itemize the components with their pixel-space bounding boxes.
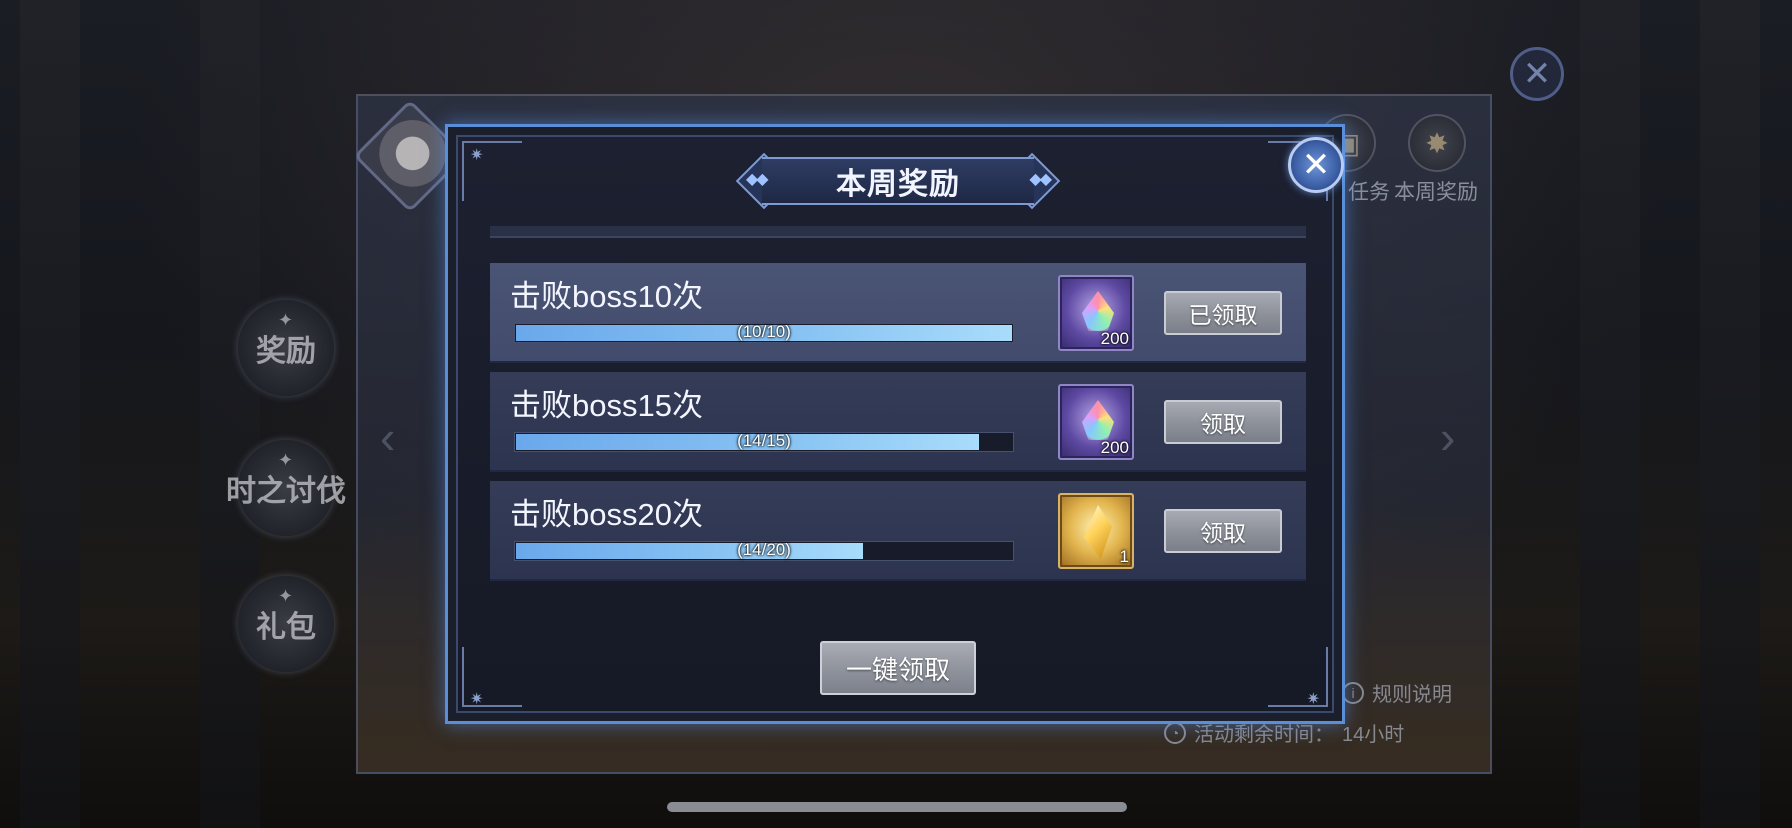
crystal-graphic — [1084, 505, 1112, 559]
close-icon[interactable]: ✕ — [1510, 47, 1564, 101]
background-pillar — [1700, 0, 1760, 828]
claim-button[interactable]: 领取 — [1164, 400, 1282, 444]
progress-text: (14/15) — [737, 431, 791, 450]
dialog-title: 本周奖励 — [836, 168, 960, 201]
remaining-time-value: 14小时 — [1342, 724, 1405, 746]
reward-quantity: 200 — [1100, 329, 1129, 348]
task-label: 击败boss10次 — [510, 279, 703, 314]
diamond-ornament-icon: ◆◆ — [746, 171, 769, 188]
progress-bar: (14/20) — [514, 540, 1014, 561]
side-menu-label: 奖励 — [256, 335, 316, 368]
gem-graphic — [1082, 400, 1114, 440]
close-button[interactable]: ✕ — [1288, 137, 1344, 193]
sparkle-icon: ✦ — [278, 450, 294, 470]
background-pillar — [20, 0, 80, 828]
side-menu-reward[interactable]: ✦ 奖励 — [238, 300, 334, 396]
rules-label: 规则说明 — [1372, 684, 1452, 706]
background-pillar — [200, 0, 260, 828]
gold-crystal-icon[interactable]: 1 — [1058, 493, 1134, 569]
progress-text: (10/10) — [737, 322, 791, 341]
diamond-ornament-icon: ◆◆ — [1029, 171, 1052, 188]
background-pillar — [1580, 0, 1640, 828]
task-row: 击败boss10次 (10/10) 200 已领取 — [490, 263, 1306, 363]
reward-quantity: 1 — [1119, 547, 1129, 566]
star-ornament-icon: ✷ — [470, 691, 484, 708]
tab-weekly-reward-label[interactable]: 本周奖励 — [1394, 176, 1478, 206]
task-label: 击败boss20次 — [510, 497, 703, 532]
list-scroll-edge — [490, 226, 1306, 238]
info-icon: i — [1342, 681, 1364, 704]
dialog-title-plate: ◆◆ ◆◆ 本周奖励 — [732, 152, 1064, 210]
chevron-right-icon[interactable]: › — [1440, 410, 1455, 464]
task-label: 击败boss15次 — [510, 388, 703, 423]
task-row: 击败boss20次 (14/20) 1 领取 — [490, 481, 1306, 581]
sparkle-icon: ✦ — [278, 310, 294, 330]
side-menu-label: 时之讨伐 — [226, 475, 346, 508]
chevron-left-icon[interactable]: ‹ — [380, 410, 395, 464]
star-ornament-icon: ✷ — [470, 147, 484, 164]
rainbow-gem-icon[interactable]: 200 — [1058, 384, 1134, 460]
clock-icon: ◔ — [1164, 721, 1186, 744]
tab-task-label[interactable]: 任务 — [1348, 176, 1390, 206]
sparkle-icon: ✦ — [278, 586, 294, 606]
task-row: 击败boss15次 (14/15) 200 领取 — [490, 372, 1306, 472]
rainbow-gem-icon[interactable]: 200 — [1058, 275, 1134, 351]
side-menu-gift-pack[interactable]: ✦ 礼包 — [238, 576, 334, 672]
side-menu-time-raid[interactable]: ✦ 时之讨伐 — [226, 440, 346, 536]
progress-bar: (10/10) — [514, 322, 1014, 343]
rules-link[interactable]: i 规则说明 — [1342, 678, 1452, 707]
star-ornament-icon: ✷ — [1306, 691, 1320, 708]
side-menu-label: 礼包 — [256, 611, 316, 644]
reward-quantity: 200 — [1100, 438, 1129, 457]
progress-text: (14/20) — [737, 540, 791, 559]
claim-all-button[interactable]: 一键领取 — [820, 641, 976, 695]
gem-graphic — [1082, 291, 1114, 331]
home-indicator[interactable] — [667, 802, 1127, 812]
progress-bar: (14/15) — [514, 431, 1014, 452]
claimed-button[interactable]: 已领取 — [1164, 291, 1282, 335]
weekly-reward-icon[interactable]: ✸ — [1408, 114, 1466, 172]
close-icon: ✕ — [1301, 146, 1331, 184]
weekly-reward-dialog: ✷ ✷ ✷ ✷ ◆◆ ◆◆ 本周奖励 ✕ 击败boss10次 (10/10) 2… — [445, 124, 1345, 724]
claim-button[interactable]: 领取 — [1164, 509, 1282, 553]
